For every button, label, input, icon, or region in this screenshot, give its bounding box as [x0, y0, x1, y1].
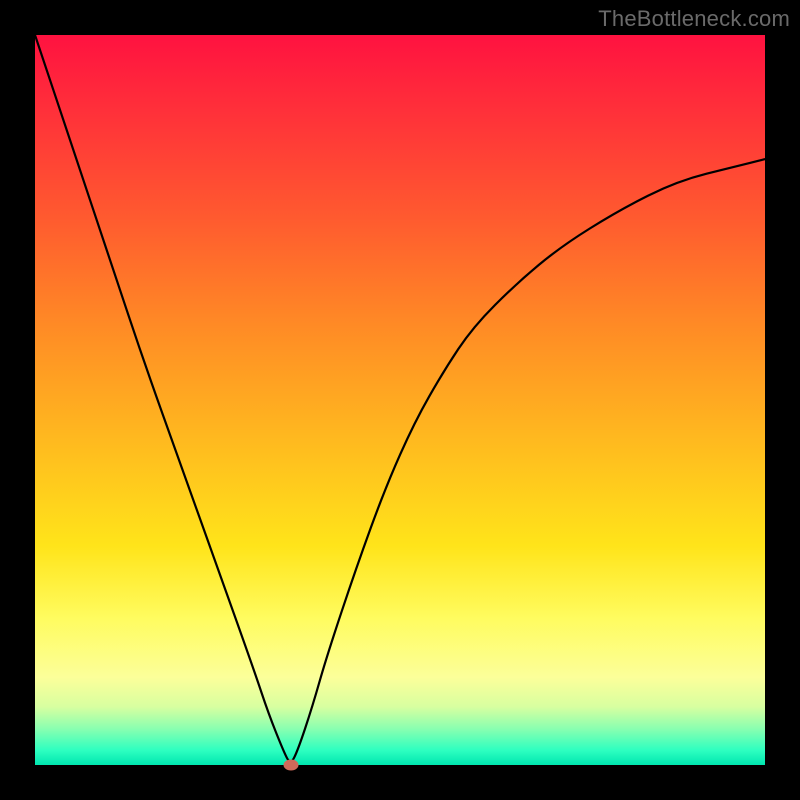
minimum-marker: [283, 760, 298, 771]
plot-area: [35, 35, 765, 765]
chart-frame: TheBottleneck.com: [0, 0, 800, 800]
bottleneck-curve: [35, 35, 765, 761]
curve-svg: [35, 35, 765, 765]
watermark-text: TheBottleneck.com: [598, 6, 790, 32]
